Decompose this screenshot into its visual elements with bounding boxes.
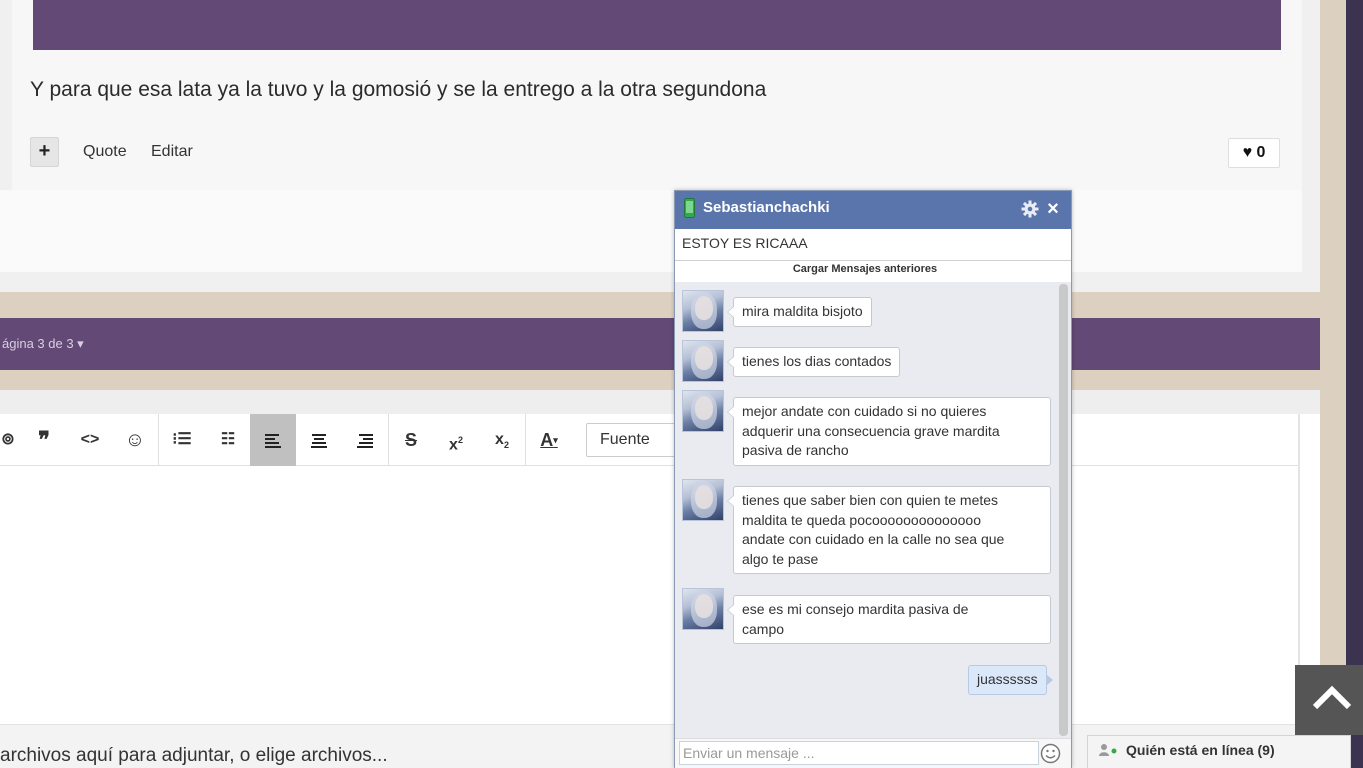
quote-link[interactable]: Quote [83,143,127,161]
chat-message: tienes que saber bien con quien te metes… [727,486,1051,575]
users-online-icon [1099,743,1121,762]
bullet-list-icon[interactable]: ⁝☰ [160,414,204,466]
right-sidebar-background [1320,0,1346,768]
avatar[interactable] [682,390,724,432]
code-icon[interactable]: <> [68,414,112,466]
chat-message-line: juassssss [977,671,1038,687]
chat-message-line: algo te pase [742,550,819,567]
chat-message: tienes los dias contados [726,347,901,377]
gear-icon[interactable] [1020,199,1040,219]
chat-scrollbar[interactable] [1059,284,1068,736]
like-button[interactable]: ♥ 0 [1228,138,1280,168]
chat-message-line: ese es mi consejo mardita pasiva de [742,601,969,617]
pagination-bar [0,318,1320,370]
chat-message-line: maldita te queda pocoooooooooooooo [742,511,981,528]
chat-message: ese es mi consejo mardita pasiva de camp… [727,595,1051,645]
close-icon[interactable]: × [1044,199,1062,219]
avatar[interactable] [682,290,724,332]
smiley-icon[interactable]: ☺ [113,414,157,466]
online-status-icon [684,198,695,218]
right-dark-strip [1346,0,1363,768]
heart-icon: ♥ [1242,144,1253,161]
separator-band [0,292,1320,318]
strikethrough-icon[interactable]: S [389,414,433,466]
align-center-icon[interactable] [297,414,341,466]
chat-message-line: tienes los dias contados [742,353,892,369]
chat-message: mira maldita bisjoto [727,297,872,327]
chat-message-line: pasiva de rancho [742,442,849,459]
own-chat-message: juassssss [968,665,1053,695]
toolbar-separator [158,414,159,466]
avatar[interactable] [682,479,724,521]
numbered-list-icon[interactable]: ☷ [206,414,250,466]
chat-message: mejor andate con cuidado si no quieres a… [727,397,1051,466]
pagination-dropdown[interactable]: ágina 3 de 3 ▾ [2,336,84,352]
chat-message-line: mejor andate con cuidado si no quieres [742,403,987,419]
post-banner [33,0,1281,50]
chat-message-line: mira maldita bisjoto [742,303,863,319]
superscript-icon[interactable]: x2 [434,414,478,466]
multiquote-plus-button[interactable]: + [30,137,59,167]
separator-band-lower [0,370,1320,390]
scroll-to-top-button[interactable] [1295,665,1363,735]
chat-title[interactable]: Sebastianchachki [703,199,830,216]
editor-top-band [0,390,1320,414]
subscript-icon[interactable]: x2 [480,414,524,466]
chat-message-line: adquerir una consecuencia grave mardita [742,422,1000,439]
load-older-messages-link[interactable]: Cargar Mensajes anteriores [675,263,1055,275]
attachment-hint[interactable]: archivos aquí para adjuntar, o elige arc… [0,745,388,767]
avatar[interactable] [682,340,724,382]
text-color-icon[interactable]: A▾ [527,414,571,466]
chat-message-line: andate con cuidado en la calle no sea qu… [742,531,1005,548]
align-left-icon[interactable] [250,414,296,466]
chat-divider [675,260,1071,261]
post-footer-background [0,190,1302,272]
chat-message-line: tienes que saber bien con quien te metes [742,492,999,508]
toolbar-separator [525,414,526,466]
edit-link[interactable]: Editar [151,143,193,161]
like-count: 0 [1256,144,1266,161]
editor-frame[interactable] [0,414,1300,768]
quote-icon[interactable]: ❞ [22,414,66,466]
emoji-icon[interactable] [1040,743,1061,764]
chevron-up-icon [1312,685,1352,710]
post-text: Y para que esa lata ya la tuvo y la gomo… [30,78,767,101]
chat-status-message: ESTOY ES RICAAA [682,235,808,251]
chat-message-line: campo [742,620,785,637]
chat-message-input[interactable] [679,741,1039,765]
avatar[interactable] [682,588,724,630]
online-users-label[interactable]: Quién está en línea (9) [1126,742,1275,758]
align-right-icon[interactable] [343,414,387,466]
